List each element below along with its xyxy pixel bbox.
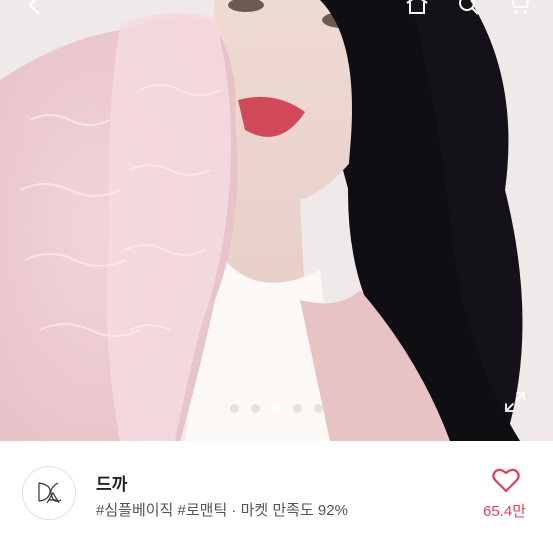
carousel-dot[interactable] (314, 404, 323, 413)
carousel-dot-active[interactable] (272, 404, 281, 413)
shop-logo[interactable] (22, 466, 76, 520)
product-photo[interactable] (0, 0, 553, 441)
search-button[interactable] (456, 0, 482, 18)
favorite-count: 65.4만 (483, 503, 526, 520)
favorite-button[interactable] (492, 467, 520, 493)
product-photo-illustration (0, 0, 553, 441)
shop-name[interactable]: 드까 (96, 470, 127, 495)
chevron-left-icon (28, 0, 40, 15)
carousel-dot[interactable] (251, 404, 260, 413)
search-icon (459, 0, 479, 15)
expand-icon (505, 392, 525, 412)
carousel-dot[interactable] (230, 404, 239, 413)
carousel-indicator (0, 404, 553, 413)
fullscreen-button[interactable] (503, 390, 527, 414)
back-button[interactable] (22, 0, 48, 18)
shop-info-bar (0, 441, 553, 553)
shop-tags-and-satisfaction: #심플베이직 #로맨틱 · 마켓 만족도 92% (96, 502, 348, 519)
home-button[interactable] (404, 0, 430, 18)
home-icon (406, 0, 428, 14)
cart-button[interactable] (508, 0, 534, 18)
shop-logo-mark (38, 482, 62, 504)
cart-icon (511, 0, 529, 14)
heart-outline-icon (492, 468, 520, 493)
carousel-dot[interactable] (293, 404, 302, 413)
